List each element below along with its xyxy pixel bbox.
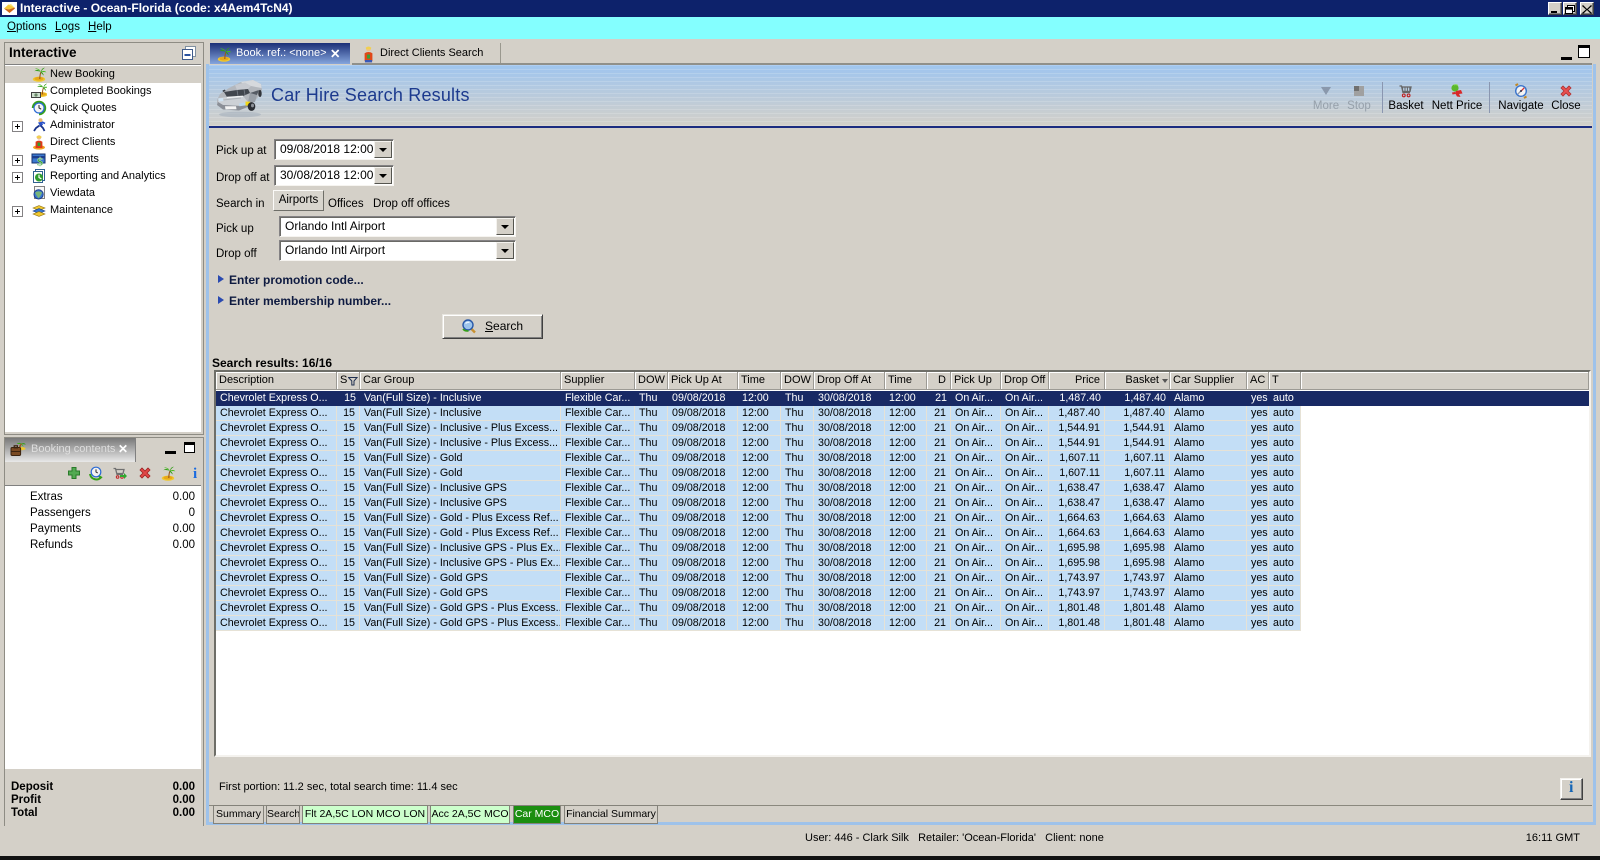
svg-text:$: $ bbox=[37, 155, 43, 168]
svg-text:i: i bbox=[193, 466, 197, 481]
